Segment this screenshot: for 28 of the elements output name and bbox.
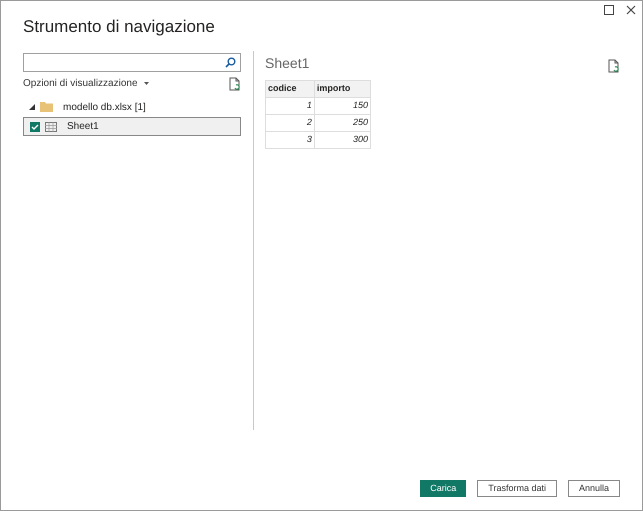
- refresh-document-icon[interactable]: [608, 59, 620, 73]
- view-options-dropdown[interactable]: Opzioni di visualizzazione: [23, 76, 149, 91]
- table-cell: 1: [266, 98, 314, 114]
- table-cell: 3: [266, 132, 314, 148]
- tree-item[interactable]: modello db.xlsx [1]: [63, 100, 146, 114]
- tree-item-label: Sheet1: [67, 120, 99, 134]
- load-button[interactable]: Carica: [420, 480, 466, 497]
- search-field[interactable]: [23, 53, 241, 72]
- refresh-document-icon[interactable]: [229, 76, 241, 90]
- dialog-button[interactable]: Annulla: [568, 480, 620, 497]
- table-cell: 300: [314, 132, 370, 148]
- preview-title: Sheet1: [265, 54, 310, 73]
- search-icon[interactable]: [225, 57, 236, 68]
- dialog-button[interactable]: Trasforma dati: [477, 480, 557, 497]
- table-icon: [45, 122, 57, 132]
- checkbox[interactable]: [30, 122, 40, 132]
- folder-icon: [40, 102, 53, 112]
- table-cell: 250: [314, 114, 370, 132]
- column-header: codice: [266, 80, 314, 98]
- table-cell: 2: [266, 114, 314, 132]
- caret-icon: [144, 82, 149, 86]
- table-cell: 150: [314, 98, 370, 114]
- column-header: importo: [314, 80, 370, 98]
- expand-arrow-icon[interactable]: [29, 104, 35, 110]
- close-icon[interactable]: [626, 5, 636, 15]
- window-title: Strumento di navigazione: [23, 17, 215, 36]
- tree-item[interactable]: Sheet1: [23, 117, 241, 136]
- maximize-icon[interactable]: [604, 5, 614, 15]
